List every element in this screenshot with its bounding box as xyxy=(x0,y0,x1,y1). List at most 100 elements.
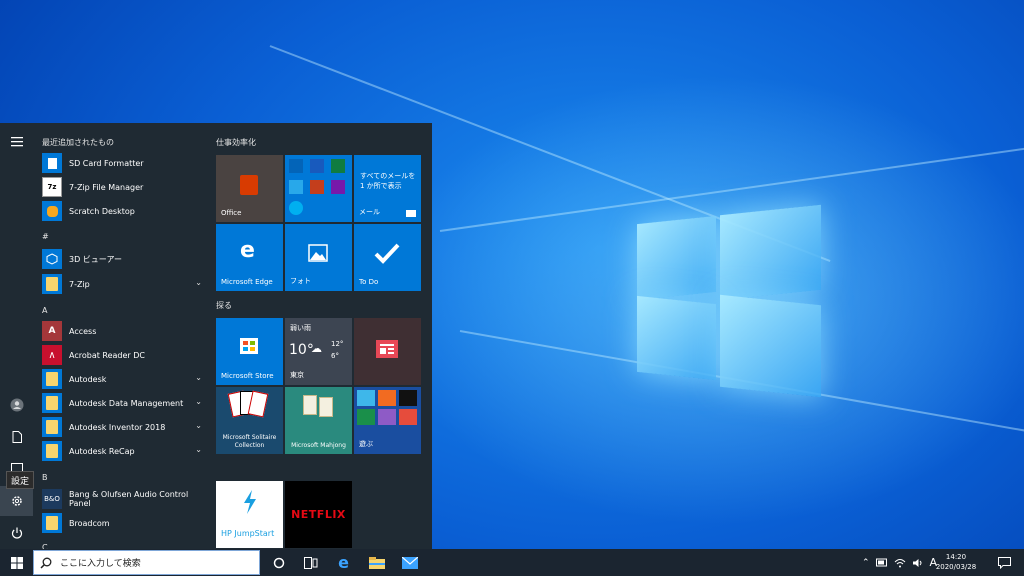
search-placeholder: ここに入力して検索 xyxy=(60,559,141,569)
tile-label: Microsoft Store xyxy=(221,372,274,380)
sd-card-icon xyxy=(42,153,62,173)
tile-photos[interactable]: フォト xyxy=(285,224,352,291)
tile-label: メール xyxy=(359,208,380,216)
scratch-icon xyxy=(42,201,62,221)
document-icon xyxy=(12,431,22,443)
weather-city: 東京 xyxy=(290,371,304,379)
chevron-down-icon: ⌄ xyxy=(195,421,202,430)
access-icon: A xyxy=(42,321,62,341)
windows-start-icon xyxy=(10,556,23,569)
clock[interactable]: 14:20 2020/03/28 xyxy=(930,552,982,572)
mahjong-tile-icon xyxy=(319,397,333,417)
bang-olufsen-icon: B&O xyxy=(42,489,62,509)
word-icon xyxy=(310,159,324,173)
user-account-button[interactable] xyxy=(0,390,33,420)
tile-netflix[interactable]: NETFLIX xyxy=(285,481,352,548)
app-item-sd-card-formatter[interactable]: SD Card Formatter xyxy=(42,152,210,174)
chevron-up-icon[interactable]: ⌃ xyxy=(862,558,870,568)
start-menu: 設定 最近追加されたもの SD Card Formatter 7z 7-Zip … xyxy=(0,123,432,549)
tile-group-title: 探る xyxy=(216,301,232,310)
app-item-3d-viewer[interactable]: 3D ビューアー xyxy=(42,248,210,270)
taskbar-search-box[interactable]: ここに入力して検索 xyxy=(33,550,260,575)
tile-microsoft-store[interactable]: Microsoft Store xyxy=(216,318,283,385)
netflix-logo: NETFLIX xyxy=(291,508,346,521)
app-item-acrobat-reader[interactable]: ∧ Acrobat Reader DC xyxy=(42,344,210,366)
game-icon xyxy=(378,409,396,425)
tile-play-folder[interactable]: 遊ぶ xyxy=(354,387,421,454)
tile-weather[interactable]: 弱い雨 10° ☁ 12° 6° 東京 xyxy=(285,318,352,385)
acrobat-icon: ∧ xyxy=(42,345,62,365)
app-item-autodesk-recap[interactable]: Autodesk ReCap ⌄ xyxy=(42,440,210,462)
mail-tile-text: すべてのメールを 1 か所で表示 xyxy=(360,172,416,190)
battery-icon[interactable] xyxy=(875,558,888,567)
tile-office[interactable]: Office xyxy=(216,155,283,222)
app-item-7zip-folder[interactable]: 7-Zip ⌄ xyxy=(42,273,210,295)
app-item-autodesk[interactable]: Autodesk ⌄ xyxy=(42,368,210,390)
mail-icon xyxy=(401,556,418,569)
tile-hp-jumpstart[interactable]: HP JumpStart xyxy=(216,481,283,548)
playing-card-icon xyxy=(247,390,269,418)
tile-office-apps-folder[interactable] xyxy=(285,155,352,222)
tile-mail[interactable]: すべてのメールを 1 か所で表示 メール xyxy=(354,155,421,222)
taskbar: ここに入力して検索 e ⌃ A 14:20 2020/03/28 xyxy=(0,549,1024,576)
app-item-autodesk-inventor[interactable]: Autodesk Inventor 2018 ⌄ xyxy=(42,416,210,438)
app-item-broadcom[interactable]: Broadcom xyxy=(42,512,210,534)
taskbar-mail-button[interactable] xyxy=(393,549,426,576)
tile-todo[interactable]: To Do xyxy=(354,224,421,291)
volume-icon[interactable] xyxy=(912,558,924,568)
onedrive-icon xyxy=(289,180,303,194)
office-icon xyxy=(240,175,258,195)
power-icon xyxy=(11,527,22,539)
task-view-button[interactable] xyxy=(294,549,327,576)
hamburger-menu-button[interactable] xyxy=(0,127,33,157)
tile-label: Microsoft Edge xyxy=(221,278,273,286)
cortana-button[interactable] xyxy=(262,549,295,576)
documents-button[interactable] xyxy=(0,422,33,452)
app-label: Autodesk Data Management xyxy=(69,398,184,408)
app-item-access[interactable]: A Access xyxy=(42,320,210,342)
app-label: Acrobat Reader DC xyxy=(69,350,145,360)
action-center-button[interactable] xyxy=(988,549,1021,576)
section-header-b: B xyxy=(42,473,48,482)
hp-jumpstart-icon xyxy=(244,490,256,514)
folder-icon xyxy=(42,369,62,389)
app-item-scratch-desktop[interactable]: Scratch Desktop xyxy=(42,200,210,222)
weather-low: 6° xyxy=(331,352,339,360)
app-item-bang-olufsen[interactable]: B&O Bang & Olufsen Audio Control Panel xyxy=(42,488,210,510)
task-view-icon xyxy=(303,556,317,569)
tile-microsoft-edge[interactable]: e Microsoft Edge xyxy=(216,224,283,291)
app-label: Autodesk xyxy=(69,374,107,384)
onenote-icon xyxy=(331,180,345,194)
tile-solitaire[interactable]: Microsoft Solitaire Collection xyxy=(216,387,283,454)
game-icon xyxy=(357,390,375,406)
tile-label: To Do xyxy=(359,278,379,286)
folder-icon xyxy=(42,513,62,533)
file-explorer-icon xyxy=(368,556,385,569)
tile-label: フォト xyxy=(290,277,311,285)
app-item-autodesk-data-management[interactable]: Autodesk Data Management ⌄ xyxy=(42,392,210,414)
hamburger-icon xyxy=(10,137,23,147)
start-button[interactable] xyxy=(0,549,33,576)
power-button[interactable] xyxy=(0,518,33,548)
excel-icon xyxy=(331,159,345,173)
cortana-circle-icon xyxy=(273,557,284,568)
app-label: 3D ビューアー xyxy=(69,254,122,264)
photos-icon xyxy=(308,244,328,262)
settings-button[interactable] xyxy=(0,486,33,516)
mail-icon xyxy=(406,210,416,217)
news-icon xyxy=(376,340,398,358)
wifi-icon[interactable] xyxy=(894,558,906,568)
clock-date: 2020/03/28 xyxy=(935,563,977,571)
tile-label: HP JumpStart xyxy=(221,529,275,538)
folder-icon xyxy=(42,393,62,413)
app-label: Autodesk Inventor 2018 xyxy=(69,422,166,432)
system-tray: ⌃ A xyxy=(862,549,937,576)
taskbar-edge-button[interactable]: e xyxy=(327,549,360,576)
tile-label: Microsoft Solitaire Collection xyxy=(222,434,277,449)
tile-mahjong[interactable]: Microsoft Mahjong xyxy=(285,387,352,454)
tile-news[interactable] xyxy=(354,318,421,385)
dolby-icon xyxy=(399,390,417,406)
app-item-7zip-file-manager[interactable]: 7z 7-Zip File Manager xyxy=(42,176,210,198)
taskbar-file-explorer-button[interactable] xyxy=(360,549,393,576)
app-label: Scratch Desktop xyxy=(69,206,135,216)
